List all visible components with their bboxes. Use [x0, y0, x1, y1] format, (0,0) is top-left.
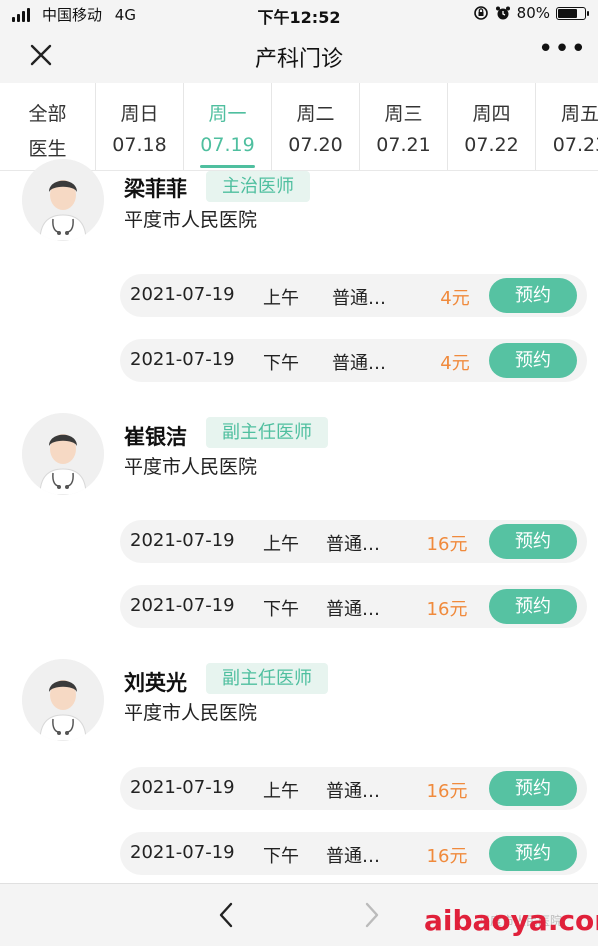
slot-date: 2021-07-19: [130, 842, 235, 863]
tab-sublabel: 07.21: [376, 134, 431, 156]
tab-label: 周日: [120, 103, 159, 125]
tab-label: 全部: [28, 103, 67, 125]
bottom-nav: 平度市人民医院 aibaoya.com: [0, 883, 598, 946]
forward-button[interactable]: [358, 900, 386, 930]
slot-price: 16元: [426, 534, 468, 555]
page-title: 产科门诊: [254, 47, 343, 72]
slot-price: 16元: [426, 599, 468, 620]
tab-sublabel: 07.20: [288, 134, 343, 156]
slot-price: 16元: [426, 846, 468, 867]
tab-sunday[interactable]: 周日 07.18: [96, 83, 184, 170]
doctor-avatar: [22, 413, 104, 495]
slot-type: 普通…: [326, 846, 380, 867]
slot-period: 上午: [263, 534, 299, 555]
doctor-name: 刘英光: [124, 671, 187, 695]
doctor-hospital: 平度市人民医院: [124, 209, 258, 231]
slot-date: 2021-07-19: [130, 595, 235, 616]
status-bar: 中国移动 4G 下午12:52 80%: [0, 0, 598, 28]
book-button[interactable]: 预约: [489, 343, 577, 378]
chevron-left-icon: [219, 902, 233, 928]
slot-period: 下午: [263, 846, 299, 867]
doctor-hospital: 平度市人民医院: [124, 702, 258, 724]
tab-all-doctors[interactable]: 全部 医生: [0, 83, 96, 170]
tab-label: 周三: [384, 103, 423, 125]
tab-label: 周四: [472, 103, 511, 125]
active-tab-indicator: [200, 165, 255, 168]
doctor-avatar: [22, 659, 104, 741]
tab-monday[interactable]: 周一 07.19: [184, 83, 272, 170]
doctor-title-badge: 主治医师: [206, 171, 310, 202]
book-button[interactable]: 预约: [489, 524, 577, 559]
book-button[interactable]: 预约: [489, 278, 577, 313]
title-bar: 产科门诊 •••: [0, 28, 598, 83]
slot-price: 4元: [440, 353, 470, 374]
tab-thursday[interactable]: 周四 07.22: [448, 83, 536, 170]
tab-sublabel: 07.18: [112, 134, 167, 156]
slot-price: 4元: [440, 288, 470, 309]
tab-label: 周一: [208, 103, 247, 125]
battery-icon: [556, 6, 589, 20]
watermark: aibaoya.com: [424, 904, 598, 937]
doctor-hospital: 平度市人民医院: [124, 456, 258, 478]
slot-period: 上午: [263, 781, 299, 802]
slot-type: 普通…: [326, 599, 380, 620]
tab-sublabel: 07.23: [552, 134, 598, 156]
slot-type: 普通…: [326, 781, 380, 802]
tab-label: 周二: [296, 103, 335, 125]
back-button[interactable]: [212, 900, 240, 930]
doctor-name: 梁菲菲: [124, 177, 187, 201]
appointment-slot: 2021-07-19 上午 普通… 16元 预约: [120, 767, 587, 810]
appointment-slot: 2021-07-19 下午 普通… 16元 预约: [120, 585, 587, 628]
appointment-slot: 2021-07-19 下午 普通… 16元 预约: [120, 832, 587, 875]
slot-period: 下午: [263, 353, 299, 374]
slot-date: 2021-07-19: [130, 284, 235, 305]
book-button[interactable]: 预约: [489, 589, 577, 624]
tab-sublabel: 07.22: [464, 134, 519, 156]
tab-sublabel: 07.19: [200, 134, 255, 156]
slot-date: 2021-07-19: [130, 349, 235, 370]
appointment-slot: 2021-07-19 下午 普通… 4元 预约: [120, 339, 587, 382]
alarm-icon: [495, 6, 510, 20]
tab-sublabel: 医生: [28, 138, 67, 160]
doctor-name: 崔银洁: [124, 425, 187, 449]
slot-date: 2021-07-19: [130, 777, 235, 798]
slot-type: 普通…: [332, 288, 386, 309]
status-right: 80%: [473, 4, 589, 22]
book-button[interactable]: 预约: [489, 771, 577, 806]
doctor-title-badge: 副主任医师: [206, 663, 328, 694]
battery-percent: 80%: [516, 4, 550, 22]
tab-wednesday[interactable]: 周三 07.21: [360, 83, 448, 170]
tab-tuesday[interactable]: 周二 07.20: [272, 83, 360, 170]
slot-type: 普通…: [332, 353, 386, 374]
chevron-right-icon: [365, 902, 379, 928]
slot-type: 普通…: [326, 534, 380, 555]
tab-label: 周五: [560, 103, 598, 125]
slot-date: 2021-07-19: [130, 530, 235, 551]
rotation-lock-icon: [473, 6, 488, 20]
appointment-slot: 2021-07-19 上午 普通… 4元 预约: [120, 274, 587, 317]
doctor-title-badge: 副主任医师: [206, 417, 328, 448]
tab-friday[interactable]: 周五 07.23: [536, 83, 598, 170]
doctor-card: 刘英光 副主任医师 平度市人民医院 2021-07-19 上午 普通… 16元 …: [0, 641, 598, 883]
doctor-card: 梁菲菲 主治医师 平度市人民医院 2021-07-19 上午 普通… 4元 预约…: [0, 159, 598, 396]
slot-period: 上午: [263, 288, 299, 309]
doctor-avatar: [22, 159, 104, 241]
date-tabs: 全部 医生 周日 07.18 周一 07.19 周二 07.20 周三 07.2…: [0, 83, 598, 171]
more-button[interactable]: •••: [538, 36, 586, 68]
doctor-card: 崔银洁 副主任医师 平度市人民医院 2021-07-19 上午 普通… 16元 …: [0, 395, 598, 642]
book-button[interactable]: 预约: [489, 836, 577, 871]
appointment-slot: 2021-07-19 上午 普通… 16元 预约: [120, 520, 587, 563]
more-icon: •••: [538, 34, 588, 64]
slot-price: 16元: [426, 781, 468, 802]
slot-period: 下午: [263, 599, 299, 620]
